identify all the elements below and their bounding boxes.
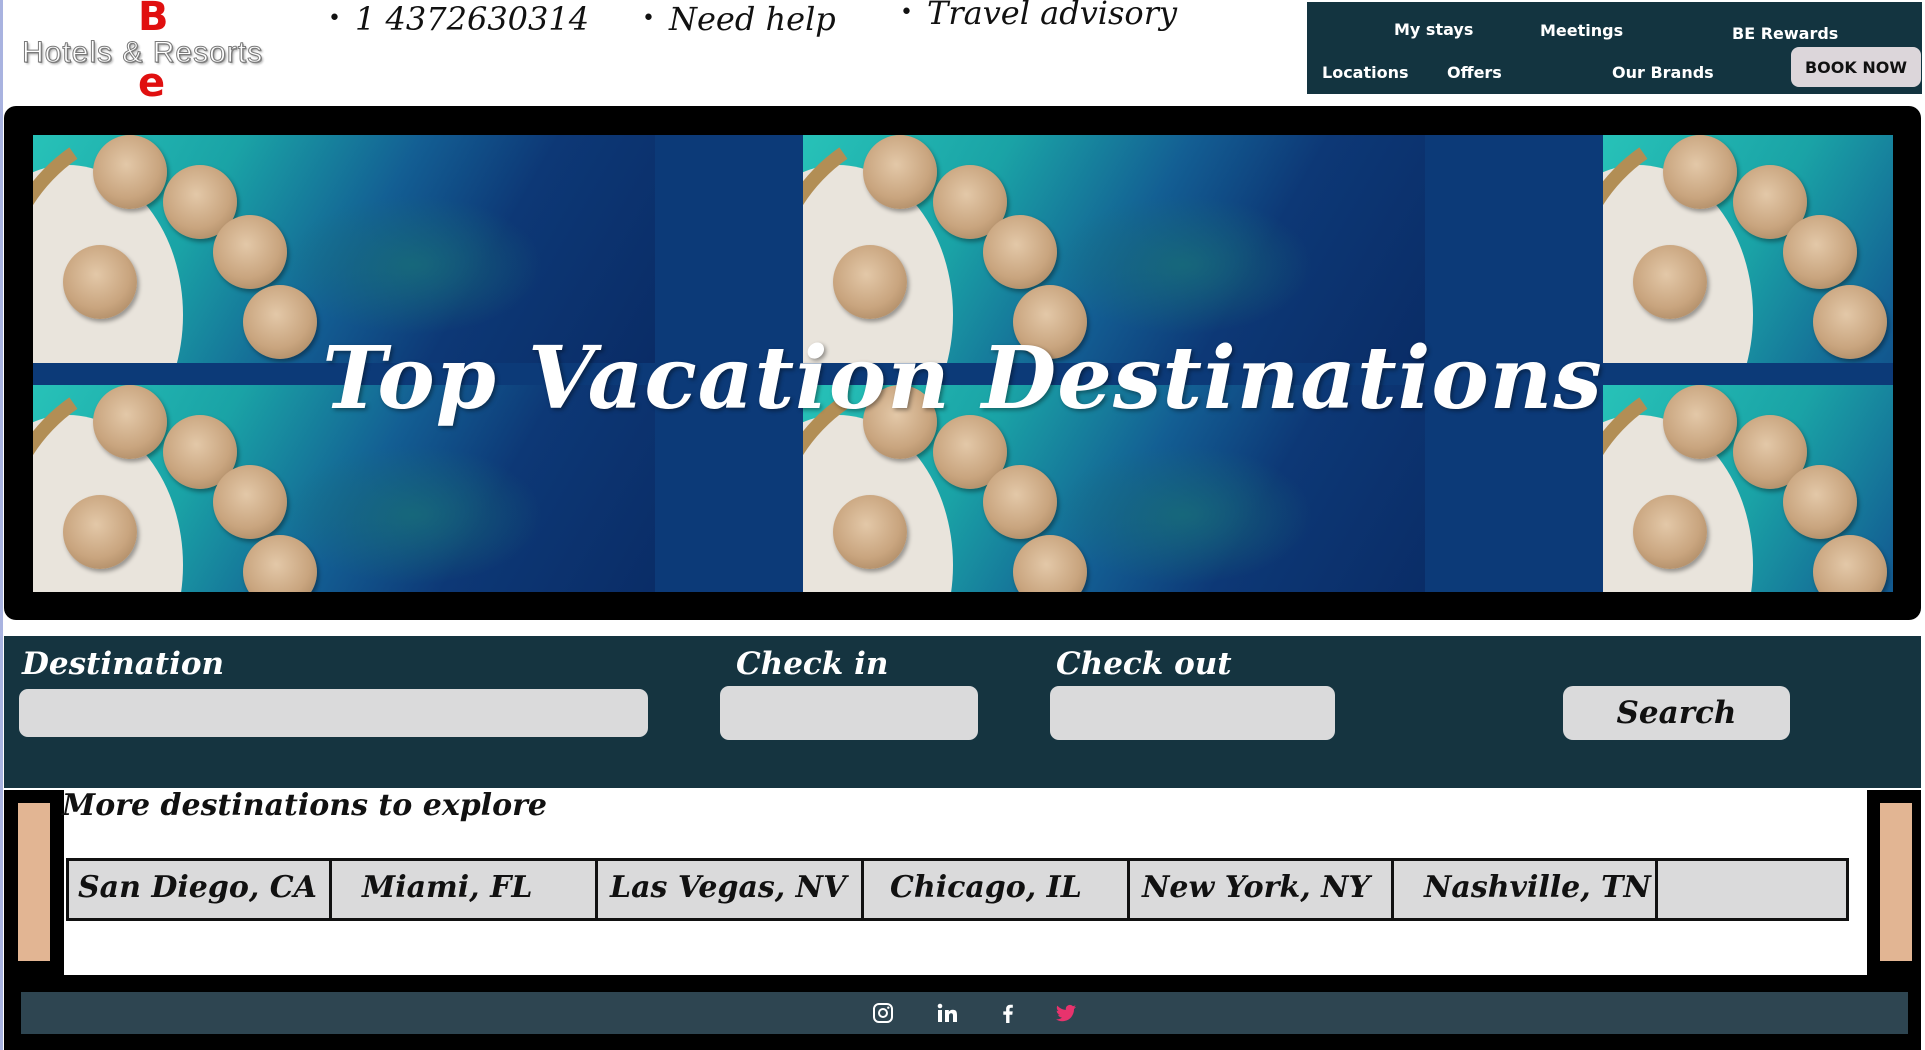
phone-number: 1 4372630314 (354, 0, 590, 38)
destination-item[interactable]: Las Vegas, NV (598, 858, 864, 921)
facebook-icon[interactable] (996, 1001, 1020, 1025)
nav-our-brands[interactable]: Our Brands (1612, 63, 1714, 82)
bullet-icon: • (328, 6, 341, 31)
more-destinations-title: More destinations to explore (62, 788, 547, 823)
right-side-accent (1880, 803, 1912, 961)
checkout-input[interactable] (1050, 686, 1335, 740)
left-side-accent (18, 803, 50, 961)
checkin-input[interactable] (720, 686, 978, 740)
nav-offers[interactable]: Offers (1447, 63, 1502, 82)
destination-item[interactable]: San Diego, CA (66, 858, 332, 921)
footer-social-bar (21, 992, 1908, 1034)
need-help-label: Need help (668, 0, 836, 38)
instagram-icon[interactable] (871, 1001, 895, 1025)
phone-link[interactable]: • 1 4372630314 (328, 0, 589, 38)
linkedin-icon[interactable] (935, 1001, 959, 1025)
bullet-icon: • (642, 6, 655, 31)
logo-letter-b: B (138, 0, 169, 40)
book-now-button[interactable]: BOOK NOW (1791, 47, 1921, 87)
hero-title: Top Vacation Destinations (322, 328, 1603, 429)
destination-input[interactable] (19, 689, 648, 737)
destination-item[interactable]: New York, NY (1130, 858, 1394, 921)
checkin-label: Check in (736, 646, 889, 682)
twitter-icon[interactable] (1054, 1001, 1078, 1025)
destination-item[interactable]: Chicago, IL (864, 858, 1130, 921)
search-button[interactable]: Search (1563, 686, 1790, 740)
nav-locations[interactable]: Locations (1322, 63, 1409, 82)
destination-label: Destination (22, 646, 225, 682)
brand-logo[interactable]: B Hotels & Resorts e (21, 0, 312, 106)
travel-advisory-label: Travel advisory (926, 0, 1178, 32)
nav-my-stays[interactable]: My stays (1394, 20, 1473, 39)
need-help-link[interactable]: • Need help (642, 0, 836, 38)
travel-advisory-link[interactable]: • Travel advisory (900, 0, 1177, 32)
destination-item[interactable]: Nashville, TN (1394, 858, 1658, 921)
nav-be-rewards[interactable]: BE Rewards (1732, 24, 1838, 43)
checkout-label: Check out (1056, 646, 1232, 682)
page-left-edge (0, 0, 3, 1050)
nav-meetings[interactable]: Meetings (1540, 21, 1623, 40)
bullet-icon: • (900, 0, 913, 25)
destination-item[interactable]: Miami, FL (332, 858, 598, 921)
logo-letter-e: e (138, 60, 166, 106)
